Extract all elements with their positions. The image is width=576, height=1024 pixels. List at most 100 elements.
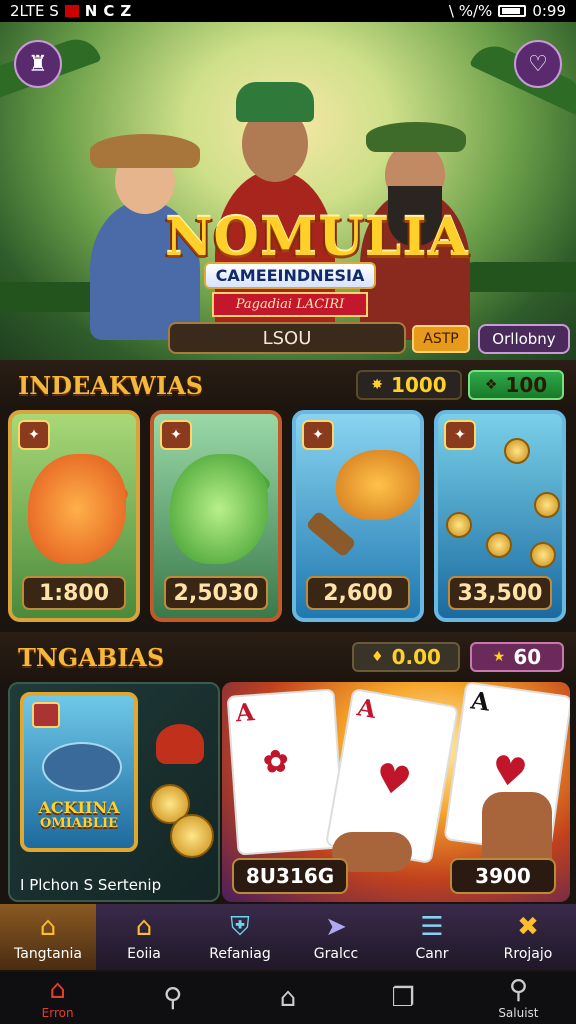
- card-rank: A: [234, 697, 256, 728]
- art-title-line-1: ACKIINA: [38, 798, 120, 817]
- nav-item-eoiia[interactable]: ⌂ Eoiia: [96, 904, 192, 970]
- system-nav-bar: ⌂ Erron ⚲ ⌂ ❐ ⚲ Saluist: [0, 972, 576, 1024]
- online-button[interactable]: Orllobny: [478, 324, 570, 354]
- sys-home-label: Erron: [41, 1006, 74, 1020]
- nav-label: Eoiia: [127, 946, 161, 962]
- z-icon: Z: [120, 2, 132, 20]
- fishing-game-title: ACKIINA OMIABLIE: [26, 800, 132, 832]
- home-icon: ⌂: [39, 912, 57, 942]
- sys-saluist-label: Saluist: [498, 1006, 539, 1020]
- house-icon: ⌂: [135, 912, 153, 942]
- heart-suit-icon: ♥: [371, 753, 416, 807]
- nav-item-rrojajo[interactable]: ✖ Rrojajo: [480, 904, 576, 970]
- coin-icon: [170, 814, 214, 858]
- game-card-coins[interactable]: ✦ 33,500: [434, 410, 566, 622]
- sys-saluist-button[interactable]: ⚲ Saluist: [461, 972, 576, 1024]
- clock: 0:99: [532, 2, 566, 20]
- game-card-orange-fish[interactable]: ✦ 1:800: [8, 410, 140, 622]
- star-icon: ★: [492, 649, 506, 665]
- section-header-one: INDEAKWIAS ✸ 1000 ❖ 100: [0, 360, 576, 410]
- section-title-one: INDEAKWIAS: [18, 370, 204, 400]
- nav-label: Tangtania: [14, 946, 82, 962]
- section-title-two: TNGABIAS: [18, 642, 165, 672]
- featured-value-right: 3900: [450, 858, 556, 894]
- nav-item-canr[interactable]: ☰ Canr: [384, 904, 480, 970]
- nav-item-refaniag[interactable]: ⛨ Refaniag: [192, 904, 288, 970]
- search-field[interactable]: LSOU: [168, 322, 406, 354]
- carrier-label: 2LTE S: [10, 2, 59, 20]
- gold-balance-value: 1000: [391, 373, 447, 397]
- card-value: 2,5030: [164, 576, 268, 610]
- card-badge-icon: ✦: [18, 420, 50, 450]
- house-outline-icon: ⌂: [279, 983, 297, 1013]
- logo-title: NOMULIA: [165, 207, 469, 268]
- search-icon: ⚲: [508, 975, 528, 1005]
- rewards-button[interactable]: ♡: [514, 40, 562, 88]
- n-icon: N: [84, 2, 98, 20]
- bottom-nav: ⌂ Tangtania ⌂ Eoiia ⛨ Refaniag ➤ Gralcc …: [0, 904, 576, 970]
- card-badge-icon: ✦: [302, 420, 334, 450]
- nav-label: Canr: [415, 946, 449, 962]
- card-value: 1:800: [22, 576, 126, 610]
- green-fish-icon: [170, 454, 268, 564]
- drop-icon: ♦: [371, 649, 384, 665]
- c-icon: C: [103, 2, 115, 20]
- card-badge-icon: ✦: [160, 420, 192, 450]
- coin-icon: [504, 438, 530, 464]
- game-logo: NOMULIA CAMEEINDNESIA Pagadiai LACIRI: [165, 207, 469, 317]
- hero-banner: ♜ ♡ NOMULIA CAMEEINDNESIA Pagadiai LACIR…: [0, 22, 576, 360]
- star-icon: ✸: [371, 377, 384, 393]
- featured-caption: I Plchon S Sertenip: [20, 876, 162, 894]
- nav-item-gralcc[interactable]: ➤ Gralcc: [288, 904, 384, 970]
- profile-button[interactable]: ♜: [14, 40, 62, 88]
- game-card-jumping-fish[interactable]: ✦ 2,600: [292, 410, 424, 622]
- card-value: 2,600: [306, 576, 410, 610]
- card-badge-icon: ✦: [444, 420, 476, 450]
- home-icon: ⌂: [49, 975, 66, 1005]
- nav-label: Gralcc: [313, 946, 359, 962]
- castle-icon: ♜: [28, 51, 48, 77]
- status-bar: 2LTE S N C Z \ %/% 0:99: [0, 0, 576, 22]
- orange-fish-icon: [28, 454, 126, 564]
- purple-balance[interactable]: ★ 60: [470, 642, 564, 672]
- jumping-fish-icon: [336, 450, 420, 520]
- gem-icon: ❖: [484, 377, 498, 393]
- signal-label: \ %/%: [448, 2, 493, 20]
- art-title-line-2: OMIABLIE: [40, 816, 118, 831]
- featured-card-game[interactable]: A ✿ A ♥ A ♥ 8U316G 3900: [222, 682, 570, 902]
- featured-fishing-game[interactable]: ACKIINA OMIABLIE I Plchon S Sertenip: [8, 682, 220, 902]
- nav-label: Refaniag: [209, 946, 271, 962]
- dark-balance[interactable]: ♦ 0.00: [352, 642, 460, 672]
- game-card-row: ✦ 1:800 ✦ 2,5030 ✦ 2,600 ✦ 33,500: [0, 406, 576, 624]
- sys-search-button[interactable]: ⚲: [115, 972, 230, 1024]
- flower-icon: [156, 724, 204, 764]
- sys-home-button[interactable]: ⌂ Erron: [0, 972, 115, 1024]
- send-icon: ➤: [325, 912, 347, 942]
- card-rank: A: [469, 685, 492, 717]
- gem-balance[interactable]: ❖ 100: [468, 370, 564, 400]
- heart-suit-icon: ♥: [488, 745, 531, 798]
- nav-item-tangtania[interactable]: ⌂ Tangtania: [0, 904, 96, 970]
- search-icon: ⚲: [163, 983, 183, 1013]
- coin-icon: [446, 512, 472, 538]
- game-card-green-fish[interactable]: ✦ 2,5030: [150, 410, 282, 622]
- fishing-game-art: ACKIINA OMIABLIE: [20, 692, 138, 852]
- battery-icon: [498, 5, 527, 17]
- gold-balance[interactable]: ✸ 1000: [356, 370, 462, 400]
- logo-ribbon: Pagadiai LACIRI: [211, 292, 369, 317]
- coin-icon: [530, 542, 556, 568]
- logo-subtitle: CAMEEINDNESIA: [203, 262, 377, 289]
- nav-label: Rrojajo: [503, 946, 553, 962]
- astp-button[interactable]: ASTP: [412, 325, 470, 353]
- cross-icon: ✖: [517, 912, 539, 942]
- app-icon: [64, 5, 79, 17]
- art-badge-icon: [32, 702, 60, 728]
- featured-value-left: 8U316G: [232, 858, 348, 894]
- heart-icon: ♡: [528, 51, 548, 77]
- list-icon: ☰: [420, 912, 444, 942]
- section-header-two: TNGABIAS ♦ 0.00 ★ 60: [0, 632, 576, 682]
- sys-recents-button[interactable]: ❐: [346, 972, 461, 1024]
- dark-balance-value: 0.00: [391, 645, 441, 669]
- shield-icon: ⛨: [230, 911, 250, 942]
- sys-launcher-button[interactable]: ⌂: [230, 972, 345, 1024]
